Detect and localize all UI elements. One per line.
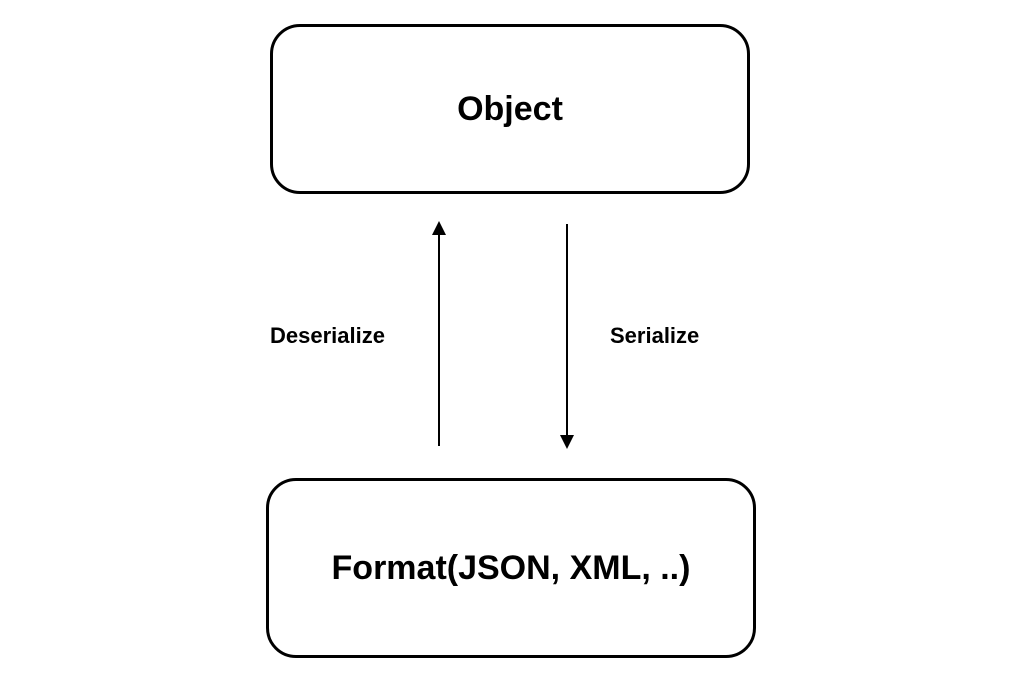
serialize-arrow-line — [566, 224, 568, 442]
deserialize-label: Deserialize — [270, 323, 385, 349]
object-box-label: Object — [457, 90, 563, 129]
object-box: Object — [270, 24, 750, 194]
serialize-arrow-head — [560, 435, 574, 449]
deserialize-arrow-head — [432, 221, 446, 235]
serialize-label: Serialize — [610, 323, 699, 349]
format-box-label: Format(JSON, XML, ..) — [332, 549, 691, 588]
format-box: Format(JSON, XML, ..) — [266, 478, 756, 658]
deserialize-arrow-line — [438, 228, 440, 446]
